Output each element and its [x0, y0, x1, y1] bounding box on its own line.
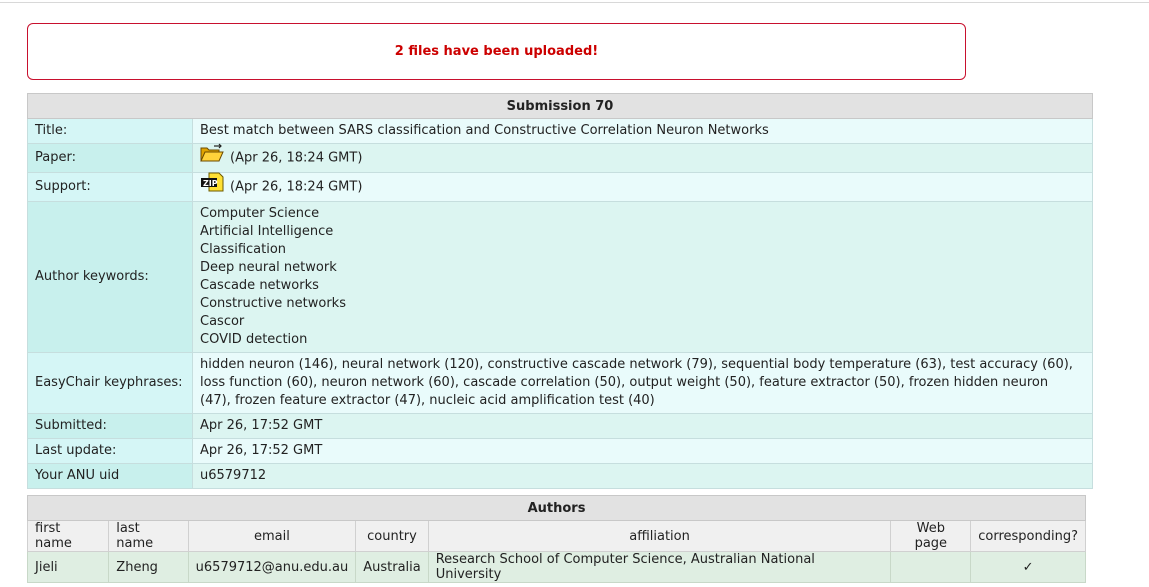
paper-time: (Apr 26, 18:24 GMT): [230, 150, 363, 166]
top-divider: [0, 2, 1149, 3]
keyword-item: Deep neural network: [200, 260, 337, 275]
column-header-web-page: Web page: [890, 520, 972, 552]
column-header-email: email: [187, 520, 357, 552]
keyphrases-line: loss function (60), neuron network (60),…: [200, 375, 1049, 390]
uid-value: u6579712: [192, 463, 1093, 489]
author-country: Australia: [355, 551, 429, 583]
keyphrases-line: (47), frozen feature extractor (47), nuc…: [200, 393, 655, 408]
table-row: Jieli Zheng u6579712@anu.edu.au Australi…: [26, 551, 1086, 583]
column-header-country: country: [355, 520, 429, 552]
keyword-item: Classification: [200, 242, 287, 257]
author-corresponding-check: ✓: [970, 551, 1086, 583]
submission-table: Submission 70 Title: Best match between …: [27, 93, 1093, 489]
keyword-item: Artificial Intelligence: [200, 224, 334, 239]
support-time: (Apr 26, 18:24 GMT): [230, 179, 363, 195]
keyword-item: Computer Science: [200, 206, 320, 221]
keyword-item: COVID detection: [200, 332, 308, 347]
support-cell: ZIP (Apr 26, 18:24 GMT): [192, 172, 1093, 202]
zip-file-icon[interactable]: ZIP: [200, 172, 224, 198]
authors-heading: Authors: [27, 495, 1086, 521]
author-first-name: Jieli: [26, 551, 110, 583]
author-web-page: [890, 551, 972, 583]
uid-label: Your ANU uid: [27, 463, 193, 489]
alert-message: 2 files have been uploaded!: [394, 44, 599, 59]
last-update-label: Last update:: [27, 438, 193, 464]
keyword-item: Constructive networks: [200, 296, 346, 311]
support-label: Support:: [27, 172, 193, 202]
author-last-name: Zheng: [108, 551, 189, 583]
author-email: u6579712@anu.edu.au: [187, 551, 357, 583]
paper-label: Paper:: [27, 143, 193, 173]
column-header-affiliation: affiliation: [427, 520, 892, 552]
authors-table: Authors first name last name email count…: [26, 495, 1086, 583]
keyphrases-label: EasyChair keyphrases:: [27, 352, 193, 414]
title-value: Best match between SARS classification a…: [192, 118, 1093, 144]
column-header-corresponding: corresponding?: [970, 520, 1086, 552]
keywords-list: Computer Science Artificial Intelligence…: [192, 201, 1093, 353]
column-header-last-name: last name: [108, 520, 189, 552]
folder-open-icon[interactable]: [200, 143, 224, 169]
last-update-value: Apr 26, 17:52 GMT: [192, 438, 1093, 464]
submitted-value: Apr 26, 17:52 GMT: [192, 413, 1093, 439]
svg-text:ZIP: ZIP: [203, 179, 218, 188]
keyword-item: Cascor: [200, 314, 245, 329]
author-affiliation: Research School of Computer Science, Aus…: [427, 551, 892, 583]
keywords-label: Author keywords:: [27, 201, 193, 353]
submitted-label: Submitted:: [27, 413, 193, 439]
column-header-first-name: first name: [26, 520, 110, 552]
keyphrases-line: hidden neuron (146), neural network (120…: [200, 357, 1073, 372]
upload-success-alert: 2 files have been uploaded!: [27, 23, 966, 80]
title-label: Title:: [27, 118, 193, 144]
submission-heading: Submission 70: [27, 93, 1093, 119]
keyphrases-value: hidden neuron (146), neural network (120…: [192, 352, 1093, 414]
keyword-item: Cascade networks: [200, 278, 319, 293]
paper-cell: (Apr 26, 18:24 GMT): [192, 143, 1093, 173]
